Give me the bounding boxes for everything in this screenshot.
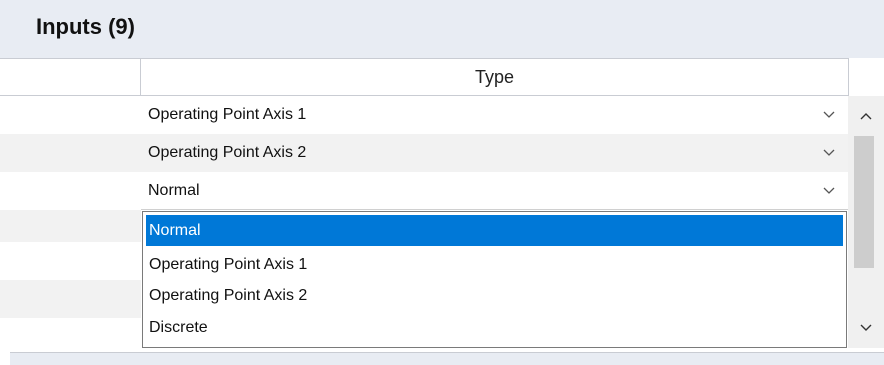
dropdown-option-normal[interactable]: Normal (146, 215, 843, 246)
panel-header: Inputs (9) (0, 0, 884, 58)
grid-header-corner (848, 58, 884, 96)
column-header-type[interactable]: Type (141, 59, 848, 95)
table-row: Operating Point Axis 1 (0, 96, 848, 134)
scroll-down-arrow-icon[interactable] (848, 308, 884, 348)
chevron-down-icon[interactable] (820, 134, 838, 172)
panel-title: Inputs (9) (36, 14, 135, 39)
chevron-down-icon[interactable] (820, 96, 838, 134)
dropdown-option-operating-point-axis-1[interactable]: Operating Point Axis 1 (146, 249, 843, 280)
row-left-cell (0, 242, 141, 280)
table-row: Operating Point Axis 2 (0, 134, 848, 172)
row-left-cell (0, 280, 141, 318)
row-left-cell (0, 318, 141, 348)
scroll-up-arrow-icon[interactable] (848, 96, 884, 136)
type-combobox-value: Normal (148, 182, 200, 199)
panel-footer (10, 352, 884, 365)
row-left-cell (0, 172, 141, 210)
grid-header-left-cell (0, 59, 141, 95)
row-left-cell (0, 210, 141, 242)
type-dropdown-list[interactable]: Normal Operating Point Axis 1 Operating … (142, 211, 847, 348)
row-left-cell (0, 134, 141, 172)
table-row: Normal (0, 172, 848, 210)
type-combobox-value: Operating Point Axis 1 (148, 106, 307, 123)
chevron-down-icon[interactable] (820, 172, 838, 210)
scrollbar-thumb[interactable] (854, 136, 874, 268)
type-combobox[interactable]: Operating Point Axis 2 (141, 134, 848, 172)
type-combobox-value: Operating Point Axis 2 (148, 144, 307, 161)
row-left-cell (0, 96, 141, 134)
vertical-scrollbar[interactable] (848, 96, 884, 348)
type-combobox[interactable]: Operating Point Axis 1 (141, 96, 848, 134)
type-combobox-open[interactable]: Normal (141, 172, 848, 210)
dropdown-option-operating-point-axis-2[interactable]: Operating Point Axis 2 (146, 280, 843, 311)
grid-header: Type (0, 58, 848, 96)
dropdown-option-discrete[interactable]: Discrete (146, 312, 843, 343)
